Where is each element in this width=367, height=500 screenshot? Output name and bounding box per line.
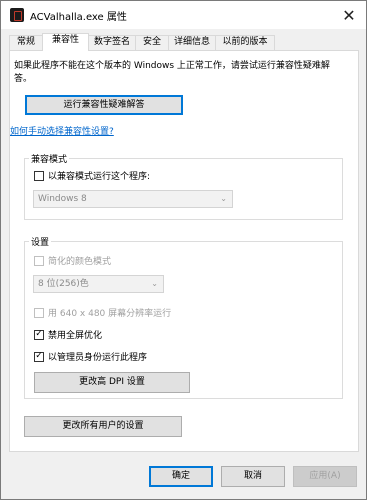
tab-security[interactable]: 安全 (135, 35, 169, 50)
ok-button[interactable]: 确定 (149, 466, 213, 487)
checkbox-box[interactable] (34, 307, 44, 318)
tab-digital-signatures[interactable]: 数字签名 (88, 35, 136, 50)
close-icon[interactable]: ✕ (338, 4, 360, 26)
os-version-value: Windows 8 (38, 194, 87, 204)
title-bar[interactable]: ACValhalla.exe 属性 ✕ (1, 1, 366, 29)
resolution-label: 用 640 x 480 屏幕分辨率运行 (48, 309, 172, 319)
compat-mode-title: 兼容模式 (29, 152, 70, 165)
chevron-down-icon: ⌄ (151, 279, 158, 288)
manual-compat-link[interactable]: 如何手动选择兼容性设置? (10, 124, 114, 137)
cancel-button[interactable]: 取消 (221, 466, 285, 487)
app-icon (10, 8, 24, 22)
checkmark-icon[interactable]: ✓ (34, 329, 44, 340)
compat-mode-checkbox[interactable]: 以兼容模式运行这个程序: (34, 169, 150, 182)
run-as-admin-checkbox[interactable]: ✓ 以管理员身份运行此程序 (34, 350, 147, 363)
reduced-color-label: 简化的颜色模式 (48, 257, 112, 267)
checkbox-box[interactable] (34, 170, 44, 181)
apply-button[interactable]: 应用(A) (293, 466, 357, 487)
compat-mode-group (24, 158, 343, 220)
run-troubleshooter-button[interactable]: 运行兼容性疑难解答 (25, 95, 183, 115)
properties-dialog: ACValhalla.exe 属性 ✕ 常规 兼容性 数字签名 安全 详细信息 … (0, 0, 367, 500)
tab-general[interactable]: 常规 (9, 35, 43, 50)
tab-previous-versions[interactable]: 以前的版本 (215, 35, 275, 50)
compat-mode-label: 以兼容模式运行这个程序: (48, 172, 151, 182)
change-all-users-button[interactable]: 更改所有用户的设置 (24, 416, 182, 437)
settings-title: 设置 (29, 235, 52, 248)
chevron-down-icon: ⌄ (220, 194, 227, 203)
checkbox-box[interactable] (34, 255, 44, 266)
color-depth-select[interactable]: 8 位(256)色 ⌄ (33, 275, 164, 293)
color-depth-value: 8 位(256)色 (38, 279, 89, 289)
description-text: 如果此程序不能在这个版本的 Windows 上正常工作，请尝试运行兼容性疑难解答… (14, 61, 330, 84)
resolution-checkbox[interactable]: 用 640 x 480 屏幕分辨率运行 (34, 306, 171, 319)
run-as-admin-label: 以管理员身份运行此程序 (48, 353, 148, 363)
reduced-color-checkbox[interactable]: 简化的颜色模式 (34, 254, 111, 267)
window-title: ACValhalla.exe 属性 (30, 12, 127, 23)
change-dpi-button[interactable]: 更改高 DPI 设置 (34, 372, 190, 393)
checkmark-icon[interactable]: ✓ (34, 351, 44, 362)
tab-details[interactable]: 详细信息 (168, 35, 216, 50)
tab-compatibility[interactable]: 兼容性 (42, 33, 89, 51)
disable-fullscreen-opt-checkbox[interactable]: ✓ 禁用全屏优化 (34, 328, 102, 341)
disable-fullscreen-opt-label: 禁用全屏优化 (48, 331, 103, 341)
os-version-select[interactable]: Windows 8 ⌄ (33, 190, 233, 208)
